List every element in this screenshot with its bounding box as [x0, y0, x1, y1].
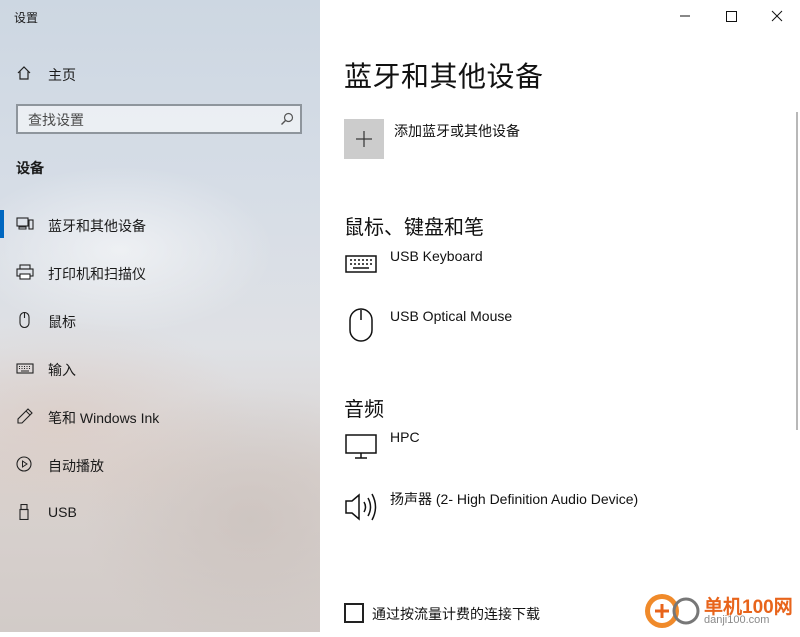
search-input[interactable]: [26, 111, 270, 129]
main-content: 蓝牙和其他设备 添加蓝牙或其他设备 鼠标、键盘和笔 USB Keyboard U…: [320, 0, 800, 632]
device-name: USB Optical Mouse: [390, 308, 513, 324]
sidebar-item-label: USB: [48, 504, 77, 520]
sidebar-item-bluetooth[interactable]: 蓝牙和其他设备: [0, 206, 320, 242]
device-name: 扬声器 (2- High Definition Audio Device): [390, 491, 639, 507]
close-icon: [771, 10, 783, 22]
keyboard-icon: [16, 363, 34, 374]
device-hpc[interactable]: HPC: [344, 429, 764, 479]
keyboard-icon: [345, 255, 377, 273]
device-usb-mouse[interactable]: USB Optical Mouse: [344, 308, 764, 358]
device-speaker[interactable]: 扬声器 (2- High Definition Audio Device): [344, 489, 764, 539]
watermark-url: danji100.com: [704, 614, 770, 626]
mouse-icon: [349, 308, 373, 342]
monitor-icon: [345, 434, 377, 459]
close-button[interactable]: [754, 0, 800, 32]
metered-download-checkbox[interactable]: 通过按流量计费的连接下载: [344, 603, 664, 627]
sidebar-item-typing[interactable]: 输入: [0, 350, 320, 386]
active-indicator: [0, 210, 4, 238]
sidebar-item-usb[interactable]: USB: [0, 494, 320, 530]
checkbox[interactable]: [344, 603, 364, 623]
watermark: 单机100网 danji100.com: [642, 590, 794, 630]
sidebar-item-label: 输入: [48, 362, 76, 378]
group-title-audio: 音频: [344, 399, 384, 421]
device-name: USB Keyboard: [390, 248, 483, 264]
minimize-button[interactable]: [662, 0, 708, 32]
minimize-icon: [680, 15, 690, 17]
home-icon: [17, 66, 31, 80]
autoplay-icon: [16, 456, 32, 472]
usb-icon: [19, 504, 29, 520]
nav-home[interactable]: 主页: [0, 58, 320, 88]
bluetooth-devices-icon: [16, 217, 34, 230]
page-title: 蓝牙和其他设备: [344, 61, 544, 92]
sidebar-item-printers[interactable]: 打印机和扫描仪: [0, 254, 320, 290]
speaker-icon: [345, 493, 377, 521]
sidebar-item-label: 笔和 Windows Ink: [48, 410, 160, 426]
printer-icon: [16, 264, 34, 280]
device-name: HPC: [390, 429, 420, 445]
plus-icon: [356, 131, 372, 147]
maximize-icon: [726, 11, 737, 22]
sidebar-item-label: 打印机和扫描仪: [48, 266, 146, 282]
add-device-label[interactable]: 添加蓝牙或其他设备: [394, 121, 520, 141]
sidebar-item-label: 蓝牙和其他设备: [48, 218, 146, 234]
section-title: 设备: [16, 160, 44, 176]
watermark-logo-icon: [645, 594, 700, 628]
window-title: 设置: [14, 11, 39, 25]
add-device-button[interactable]: [344, 119, 384, 159]
search-icon[interactable]: [280, 112, 294, 126]
pen-icon: [17, 408, 33, 424]
group-title-input-devices: 鼠标、键盘和笔: [344, 217, 484, 239]
sidebar-item-autoplay[interactable]: 自动播放: [0, 446, 320, 482]
sidebar: 设置 主页 设备 蓝牙和其他设备 打印机和扫描仪: [0, 0, 320, 632]
sidebar-item-mouse[interactable]: 鼠标: [0, 302, 320, 338]
mouse-icon: [19, 312, 30, 328]
search-box[interactable]: [16, 104, 302, 134]
sidebar-item-label: 鼠标: [48, 314, 76, 330]
scrollbar[interactable]: [796, 112, 798, 430]
nav-home-label: 主页: [48, 67, 76, 83]
sidebar-item-pen[interactable]: 笔和 Windows Ink: [0, 398, 320, 434]
device-usb-keyboard[interactable]: USB Keyboard: [344, 248, 764, 298]
metered-download-label: 通过按流量计费的连接下载: [372, 606, 540, 622]
sidebar-item-label: 自动播放: [48, 458, 104, 474]
maximize-button[interactable]: [708, 0, 754, 32]
